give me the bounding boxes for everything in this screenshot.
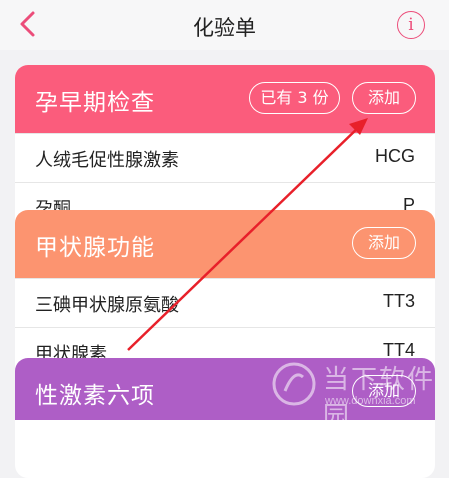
add-button[interactable]: 添加: [352, 375, 416, 407]
item-name: 三碘甲状腺原氨酸: [35, 295, 179, 316]
card-header: 甲状腺功能 添加: [15, 210, 435, 278]
card-sex-hormones: 性激素六项 添加: [15, 358, 435, 478]
card-header: 孕早期检查 已有 3 份 添加: [15, 65, 435, 133]
item-name: 人绒毛促性腺激素: [35, 150, 179, 171]
add-button[interactable]: 添加: [352, 227, 416, 259]
add-button[interactable]: 添加: [352, 82, 416, 114]
card-header: 性激素六项 添加: [15, 358, 435, 420]
page-title: 化验单: [193, 16, 256, 40]
card-title: 甲状腺功能: [35, 235, 155, 261]
list-item[interactable]: 人绒毛促性腺激素 HCG: [15, 133, 435, 182]
item-code: HCG: [375, 146, 415, 166]
card-title: 孕早期检查: [35, 90, 155, 116]
card-title: 性激素六项: [35, 383, 155, 409]
existing-count-badge[interactable]: 已有 3 份: [249, 82, 340, 114]
item-code: TT3: [382, 291, 415, 311]
list-item[interactable]: 三碘甲状腺原氨酸 TT3: [15, 278, 435, 327]
navigation-bar: 化验单 i: [0, 0, 449, 50]
info-icon[interactable]: i: [397, 11, 425, 39]
